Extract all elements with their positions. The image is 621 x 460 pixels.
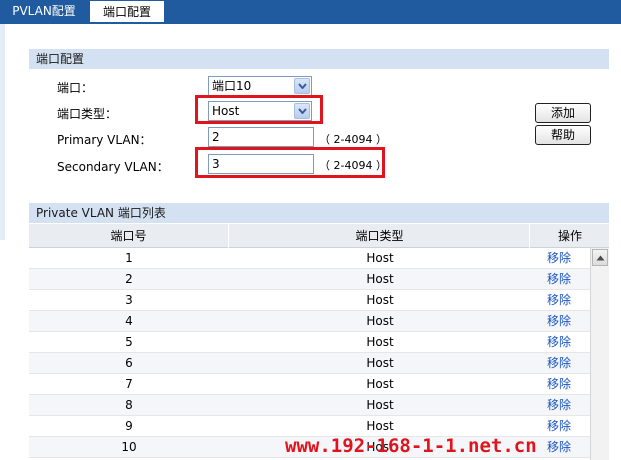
table-row: 3 Host 移除 — [29, 290, 590, 311]
table-row: 1 Host 移除 — [29, 248, 590, 269]
remove-link[interactable]: 移除 — [531, 353, 587, 374]
table-row: 2 Host 移除 — [29, 269, 590, 290]
port-config-header: 端口配置 — [29, 49, 609, 69]
row-type: Host — [366, 314, 394, 328]
secondary-vlan-label: Secondary VLAN： — [57, 160, 169, 174]
row-type: Host — [366, 272, 394, 286]
table-row: 7 Host 移除 — [29, 374, 590, 395]
row-port: 9 — [125, 419, 133, 433]
remove-link[interactable]: 移除 — [531, 395, 587, 416]
chevron-down-icon[interactable] — [294, 78, 310, 94]
row-port: 4 — [125, 314, 133, 328]
row-type: Host — [366, 251, 394, 265]
row-port: 3 — [125, 293, 133, 307]
table-header: 端口号 端口类型 操作 — [29, 224, 609, 248]
table-scrollbar[interactable] — [590, 248, 609, 460]
remove-link[interactable]: 移除 — [531, 269, 587, 290]
tab-underline — [0, 22, 621, 24]
row-port: 6 — [125, 356, 133, 370]
row-type: Host — [366, 377, 394, 391]
scroll-up-button[interactable] — [592, 249, 608, 266]
remove-link[interactable]: 移除 — [531, 311, 587, 332]
row-port: 8 — [125, 398, 133, 412]
tab-bar: PVLAN配置 端口配置 — [0, 0, 621, 22]
triangle-up-icon — [596, 255, 605, 261]
watermark-text: www.192-168-1-1.net.cn — [285, 435, 537, 457]
port-list-header: Private VLAN 端口列表 — [29, 203, 609, 223]
row-type: Host — [366, 293, 394, 307]
tab-port-config[interactable]: 端口配置 — [90, 1, 164, 22]
primary-vlan-range: （ 2-4094 ） — [319, 133, 387, 146]
port-config-panel: 端口配置 端口： 端口10 端口类型： Host Primary VLAN： 2… — [29, 49, 609, 189]
remove-link[interactable]: 移除 — [531, 290, 587, 311]
column-header-type: 端口类型 — [230, 224, 530, 248]
secondary-vlan-highlight-box — [195, 147, 385, 178]
add-button[interactable]: 添加 — [535, 103, 591, 123]
remove-link[interactable]: 移除 — [531, 248, 587, 269]
row-port: 1 — [125, 251, 133, 265]
primary-vlan-input[interactable]: 2 — [208, 127, 314, 147]
private-vlan-port-list: Private VLAN 端口列表 端口号 端口类型 操作 1 Host 移除 … — [29, 203, 609, 460]
port-type-label: 端口类型： — [57, 107, 118, 121]
table-row: 5 Host 移除 — [29, 332, 590, 353]
row-type: Host — [366, 335, 394, 349]
row-port: 7 — [125, 377, 133, 391]
row-type: Host — [366, 356, 394, 370]
remove-link[interactable]: 移除 — [531, 374, 587, 395]
tab-pvlan-config[interactable]: PVLAN配置 — [0, 0, 88, 22]
row-port: 5 — [125, 335, 133, 349]
left-edge-strip — [0, 24, 5, 240]
primary-vlan-label: Primary VLAN： — [57, 133, 152, 147]
table-body: 1 Host 移除 2 Host 移除 3 Host 移除 4 Host 移除 … — [29, 248, 590, 458]
port-select-value: 端口10 — [212, 79, 252, 93]
column-header-action: 操作 — [557, 229, 582, 243]
table-row: 6 Host 移除 — [29, 353, 590, 374]
help-button[interactable]: 帮助 — [535, 125, 591, 145]
port-label: 端口： — [57, 81, 94, 95]
port-type-highlight-box — [195, 95, 323, 124]
table-row: 4 Host 移除 — [29, 311, 590, 332]
port-select[interactable]: 端口10 — [208, 76, 312, 96]
row-port: 10 — [121, 440, 137, 454]
column-header-port: 端口号 — [29, 224, 229, 248]
row-port: 2 — [125, 272, 133, 286]
table-row: 8 Host 移除 — [29, 395, 590, 416]
row-type: Host — [366, 398, 394, 412]
remove-link[interactable]: 移除 — [531, 332, 587, 353]
